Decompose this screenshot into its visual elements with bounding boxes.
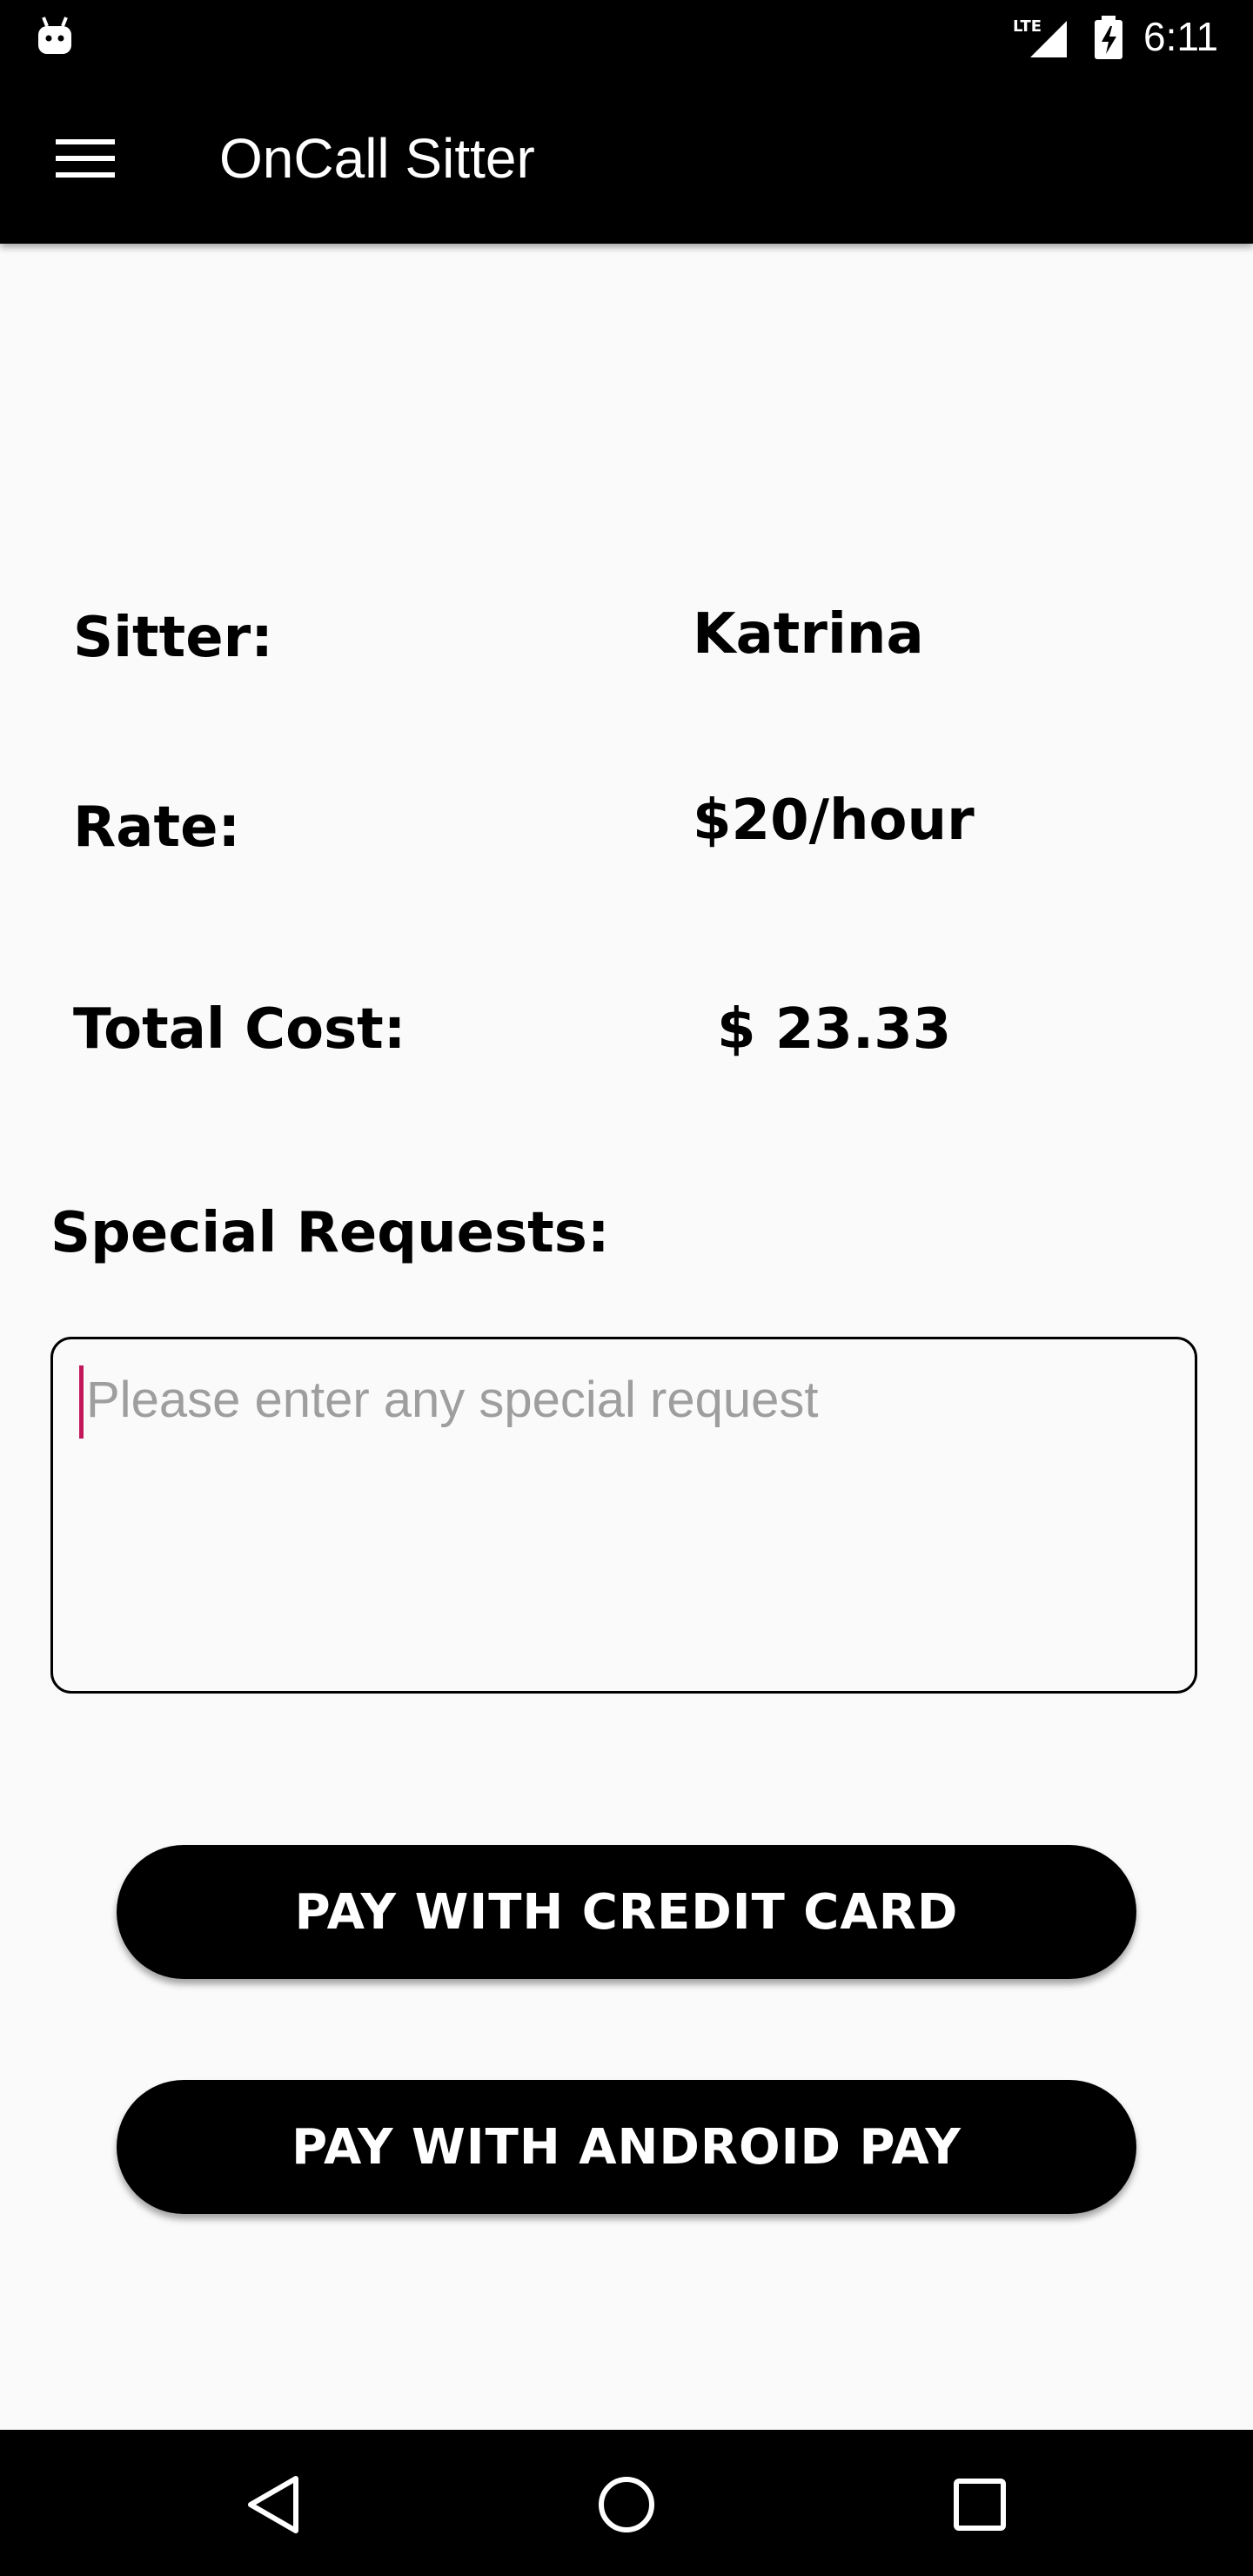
hamburger-menu-icon[interactable]: [56, 138, 115, 183]
special-requests-input[interactable]: Please enter any special request: [50, 1337, 1197, 1694]
rate-value: $20/hour: [693, 788, 975, 853]
lte-signal-icon: LTE: [1011, 14, 1069, 63]
total-cost-label: Total Cost:: [73, 997, 406, 1062]
sitter-label: Sitter:: [73, 606, 273, 670]
app-title: OnCall Sitter: [219, 127, 535, 190]
app-bar: OnCall Sitter: [0, 73, 1253, 244]
special-requests-label: Special Requests:: [50, 1201, 610, 1265]
android-icon: [37, 16, 73, 59]
rate-label: Rate:: [73, 795, 241, 860]
battery-charging-icon: [1093, 16, 1124, 63]
svg-text:LTE: LTE: [1013, 17, 1042, 36]
navigation-bar: [0, 2430, 1253, 2576]
status-bar: LTE 6:11: [0, 0, 1253, 73]
pay-with-android-pay-button[interactable]: PAY WITH ANDROID PAY: [117, 2080, 1136, 2214]
pay-with-credit-card-label: PAY WITH CREDIT CARD: [294, 1883, 959, 1941]
special-requests-placeholder: Please enter any special request: [86, 1372, 819, 1428]
recents-icon[interactable]: [954, 2479, 1006, 2534]
pay-with-credit-card-button[interactable]: PAY WITH CREDIT CARD: [117, 1845, 1136, 1979]
back-icon[interactable]: [245, 2475, 301, 2538]
sitter-value: Katrina: [693, 602, 924, 667]
text-cursor: [79, 1365, 84, 1439]
total-cost-value: $ 23.33: [717, 997, 952, 1062]
pay-with-android-pay-label: PAY WITH ANDROID PAY: [291, 2118, 962, 2176]
status-time: 6:11: [1143, 14, 1219, 59]
home-icon[interactable]: [597, 2475, 656, 2538]
